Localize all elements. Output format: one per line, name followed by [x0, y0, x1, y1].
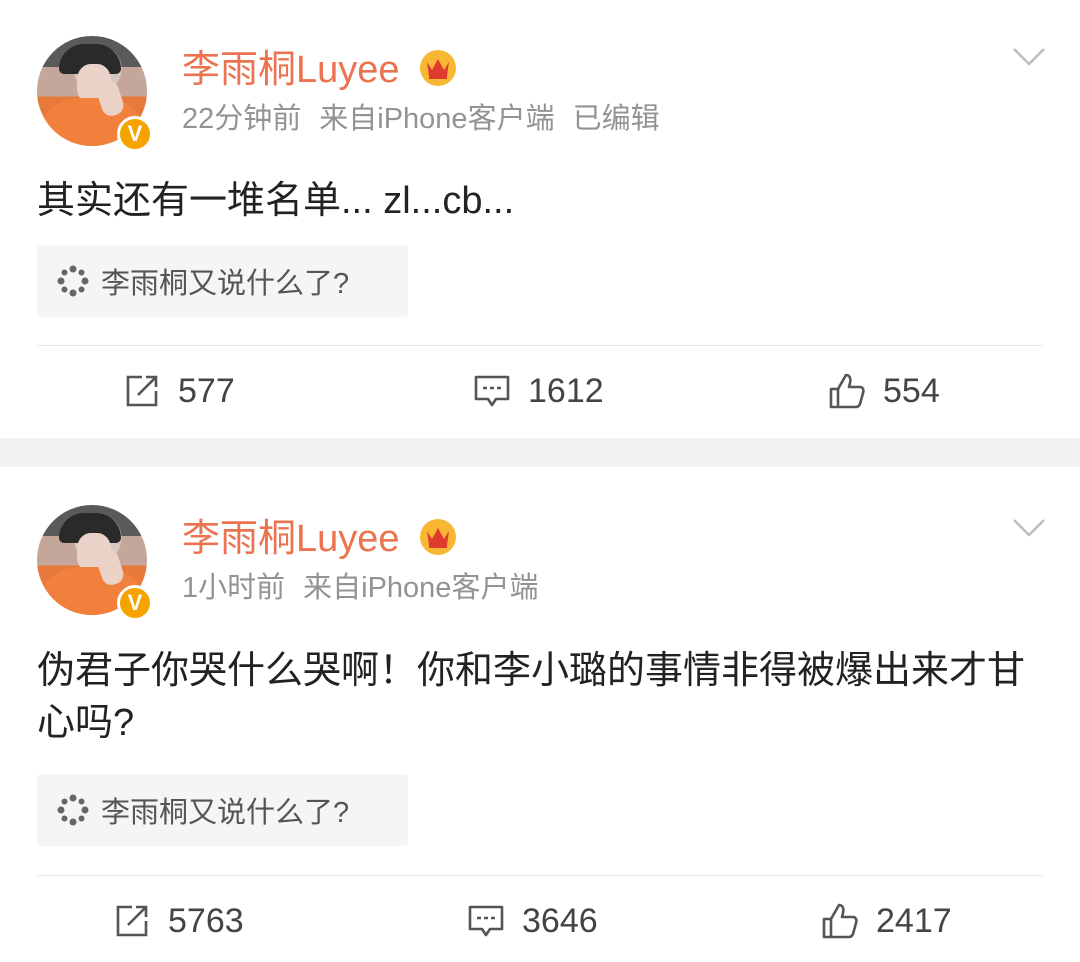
repost-icon: [126, 375, 158, 407]
post-content: 伪君子你哭什么哭啊！你和李小璐的事情非得被爆出来才甘心吗?: [37, 650, 1026, 744]
post-content: 其实还有一堆名单... zl...cb...: [37, 180, 515, 222]
topic-card[interactable]: 李雨桐又说什么了?: [37, 245, 408, 317]
topic-icon: [57, 794, 89, 826]
username[interactable]: 李雨桐Luyee: [182, 516, 400, 562]
like-button[interactable]: 554: [827, 369, 940, 413]
comment-count: 1612: [528, 372, 604, 410]
crown-icon: [420, 50, 456, 86]
edited-label: 已编辑: [572, 103, 660, 135]
comment-icon: [468, 905, 504, 937]
repost-button[interactable]: 5763: [112, 899, 244, 943]
post-time: 1小时前: [182, 572, 286, 604]
repost-button[interactable]: 577: [122, 369, 235, 413]
like-icon: [829, 373, 865, 409]
comment-icon: [474, 375, 510, 407]
username[interactable]: 李雨桐Luyee: [182, 47, 400, 93]
repost-icon: [116, 905, 148, 937]
topic-icon: [57, 265, 89, 297]
comment-button[interactable]: 3646: [466, 899, 598, 943]
repost-count: 577: [178, 372, 235, 410]
topic-label: 李雨桐又说什么了?: [101, 268, 350, 300]
like-icon: [822, 903, 858, 939]
verified-badge-icon: V: [117, 585, 153, 621]
like-count: 554: [883, 372, 940, 410]
post-source: 来自iPhone客户端: [303, 572, 539, 604]
like-button[interactable]: 2417: [820, 899, 952, 943]
repost-count: 5763: [168, 902, 244, 940]
avatar[interactable]: V: [37, 505, 153, 621]
topic-card[interactable]: 李雨桐又说什么了?: [37, 774, 408, 846]
post-meta: 22分钟前 来自iPhone客户端 已编辑: [182, 100, 678, 138]
chevron-down-icon[interactable]: [1012, 46, 1046, 68]
comment-button[interactable]: 1612: [472, 369, 604, 413]
like-count: 2417: [876, 902, 952, 940]
avatar[interactable]: V: [37, 36, 153, 152]
divider: [37, 345, 1043, 346]
post-meta: 1小时前 来自iPhone客户端: [182, 569, 556, 607]
post-time: 22分钟前: [182, 103, 302, 135]
verified-badge-icon: V: [117, 116, 153, 152]
weibo-post: V 李雨桐Luyee 22分钟前 来自iPhone客户端 已编辑 其实还有一堆名单.…: [0, 0, 1080, 438]
comment-count: 3646: [522, 902, 598, 940]
topic-label: 李雨桐又说什么了?: [101, 797, 350, 829]
action-bar: 5763 3646 2417: [0, 885, 1080, 957]
crown-icon: [420, 519, 456, 555]
action-bar: 577 1612 554: [0, 355, 1080, 427]
feed-separator: [0, 438, 1080, 467]
post-source: 来自iPhone客户端: [319, 103, 555, 135]
divider: [37, 875, 1043, 876]
chevron-down-icon[interactable]: [1012, 517, 1046, 539]
weibo-post: V 李雨桐Luyee 1小时前 来自iPhone客户端 伪君子你哭什么哭啊！你和李…: [0, 467, 1080, 962]
